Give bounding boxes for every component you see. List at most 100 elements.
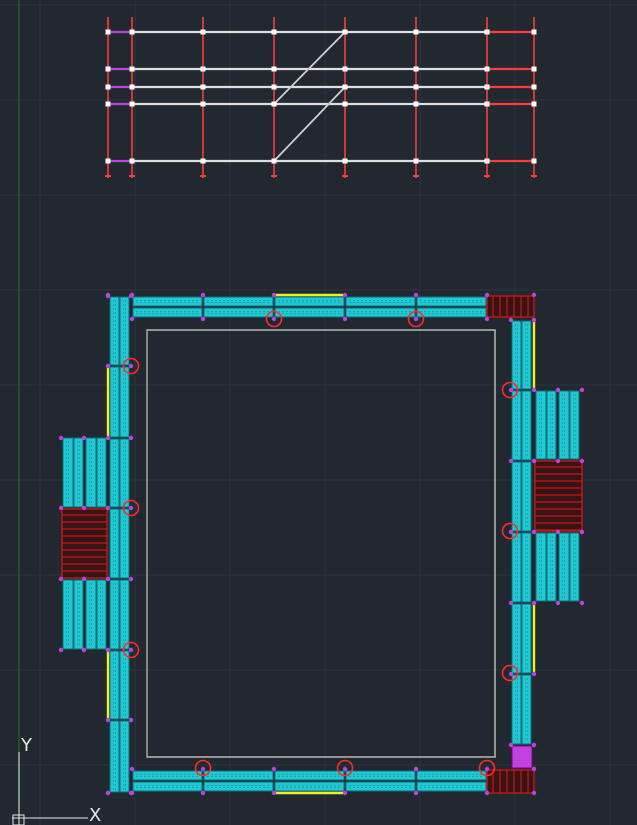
plank-bay (119, 438, 130, 508)
node (413, 766, 419, 772)
plank (119, 296, 130, 366)
node (81, 647, 87, 653)
plank (109, 508, 120, 579)
plank (416, 770, 487, 781)
plank-bay (109, 579, 120, 650)
plank (62, 579, 74, 650)
plank-bay (558, 390, 570, 460)
node (105, 647, 111, 653)
node (555, 529, 561, 535)
coupler-node (531, 101, 537, 107)
scaffold-plan-view[interactable] (58, 292, 585, 796)
plank (345, 781, 416, 792)
coupler-node (129, 66, 135, 72)
plank (132, 296, 203, 307)
node (531, 600, 537, 606)
plank (203, 307, 274, 318)
plank-bay (96, 437, 107, 508)
node (508, 458, 514, 464)
node (531, 387, 537, 393)
node (342, 316, 348, 322)
node (105, 790, 111, 796)
plank-bay (203, 770, 274, 781)
node (58, 435, 64, 441)
node (484, 292, 490, 298)
corner-bay (511, 745, 533, 769)
ucs-axis-icon: Y X (12, 735, 101, 825)
coupler-node (484, 101, 490, 107)
plank-bay (85, 579, 97, 650)
plank-bay (203, 781, 274, 792)
stair-tower (61, 508, 108, 579)
coupler-node (342, 84, 348, 90)
node (200, 316, 206, 322)
plank (345, 296, 416, 307)
coupler-node (342, 66, 348, 72)
plank-bay (511, 461, 522, 532)
plank-bay (109, 508, 120, 579)
plank (109, 650, 120, 720)
plank-bay (569, 532, 580, 602)
node (81, 505, 87, 511)
cad-drawing-canvas[interactable]: Y X (0, 0, 637, 825)
plank (569, 390, 580, 460)
plank-bay (119, 366, 130, 438)
plank-bay (569, 390, 580, 460)
node (128, 790, 134, 796)
coupler-node (342, 29, 348, 35)
plank (511, 461, 522, 532)
plank (521, 532, 532, 603)
plank (558, 532, 570, 602)
plank (109, 720, 120, 793)
plank (132, 781, 203, 792)
node (531, 458, 537, 464)
plank-bay (274, 307, 345, 318)
node (129, 766, 135, 772)
coupler-node (484, 29, 490, 35)
plank (119, 366, 130, 438)
plank-bay (109, 438, 120, 508)
coupler-node (413, 66, 419, 72)
node (413, 790, 419, 796)
plank-bay (109, 296, 120, 366)
coupler-node (484, 66, 490, 72)
node (128, 435, 134, 441)
node (531, 766, 537, 772)
stair-tower (486, 769, 535, 794)
plank-bay (511, 603, 522, 674)
node (128, 647, 134, 653)
plank-bay (96, 579, 107, 650)
plank-bay (119, 720, 130, 793)
plank (274, 770, 345, 781)
node (128, 717, 134, 723)
plank (511, 603, 522, 674)
coupler-node (271, 158, 277, 164)
plank (416, 307, 487, 318)
stair-frame (486, 769, 535, 794)
node (531, 790, 537, 796)
plank-bay (132, 307, 203, 318)
node (128, 576, 134, 582)
plank-bay (203, 296, 274, 307)
coupler-node (105, 158, 111, 164)
plank-bay (521, 320, 532, 390)
node (128, 505, 134, 511)
plank (109, 366, 120, 438)
diagonal-brace (273, 86, 346, 162)
plank-bay (511, 674, 522, 745)
coupler-node (105, 29, 111, 35)
plank (274, 307, 345, 318)
plank (119, 438, 130, 508)
plank-bay (511, 390, 522, 461)
plank-bay (109, 650, 120, 720)
node (508, 600, 514, 606)
plank-bay (119, 296, 130, 366)
plank-bay (345, 307, 416, 318)
plank (73, 579, 84, 650)
node (413, 292, 419, 298)
plank-bay (109, 720, 120, 793)
plank-bay (416, 296, 487, 307)
scaffold-elevation-view[interactable] (105, 17, 537, 178)
coupler-node (271, 29, 277, 35)
stair-frame (486, 295, 535, 318)
